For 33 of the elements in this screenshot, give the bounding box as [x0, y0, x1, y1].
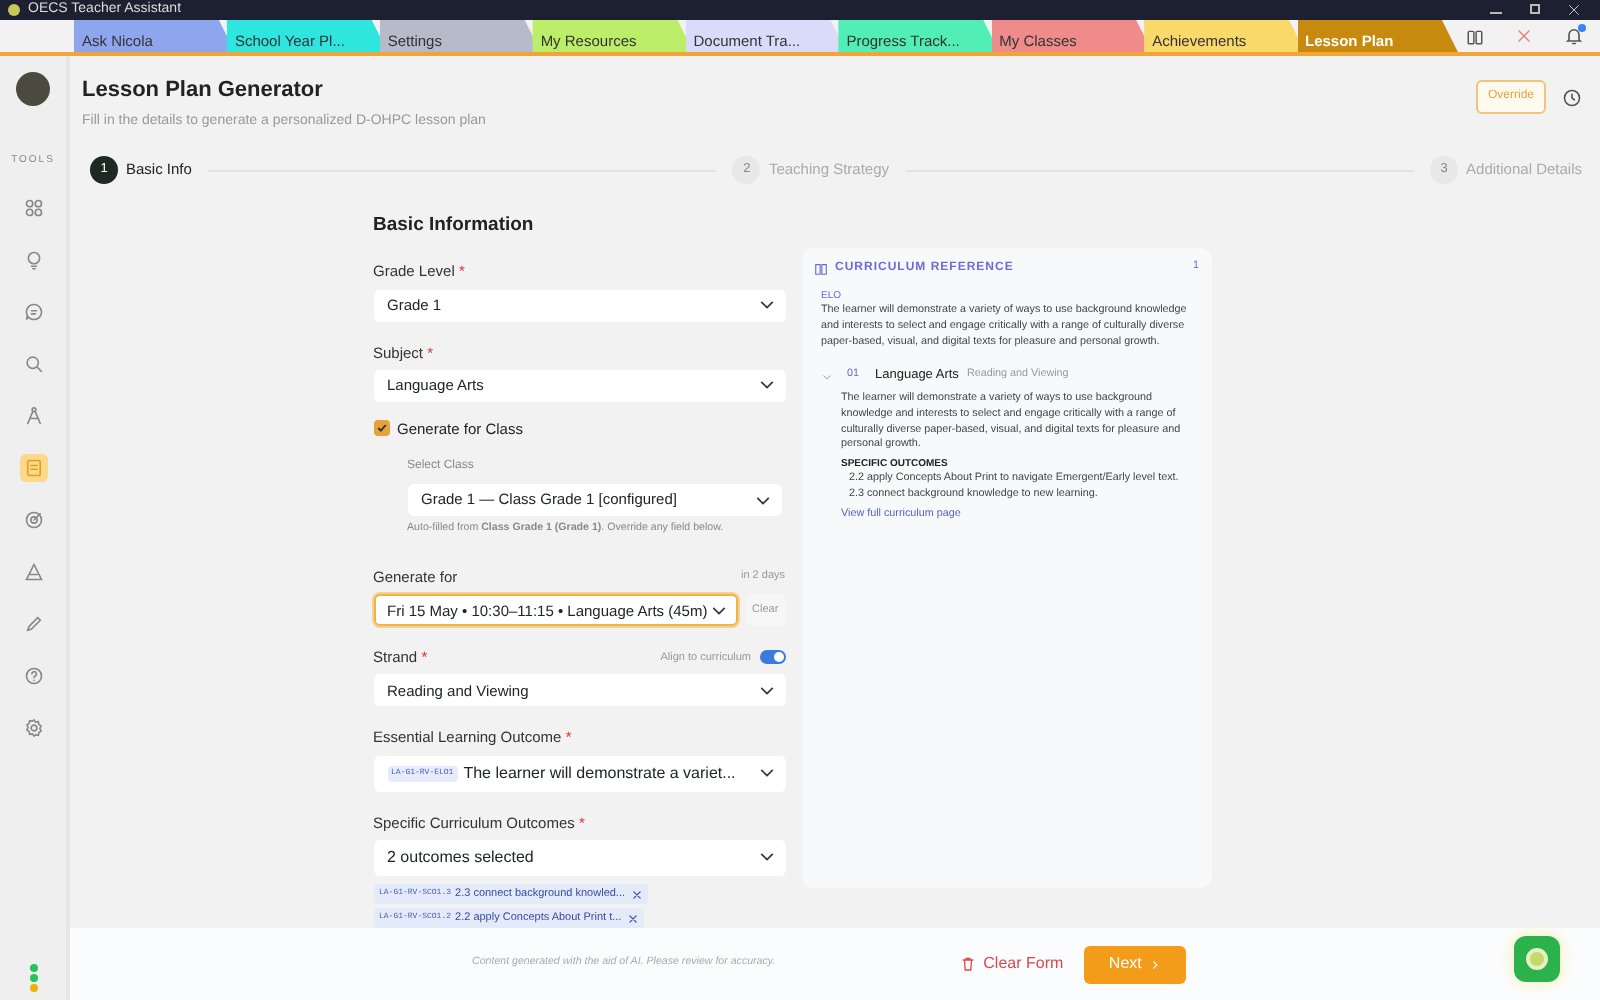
page-title: Lesson Plan Generator: [82, 76, 325, 106]
chevron-icon[interactable]: [821, 371, 831, 382]
grid-icon: [23, 197, 43, 217]
remove-icon[interactable]: [627, 913, 638, 924]
app-logo-icon: [8, 4, 20, 16]
lightbulb-icon: [23, 249, 43, 269]
toggle-switch[interactable]: [759, 650, 785, 665]
notification-dot: [1578, 24, 1586, 32]
help-icon: [23, 665, 43, 685]
assistant-button[interactable]: [1514, 936, 1560, 983]
document-icon: [23, 457, 43, 477]
target-icon: [23, 509, 43, 529]
restore-icon[interactable]: [1530, 4, 1540, 14]
checkbox[interactable]: [373, 420, 389, 437]
select-field[interactable]: 2 outcomes selected: [373, 839, 785, 876]
trash-icon: [959, 956, 976, 973]
compass-icon: [23, 405, 43, 425]
triangle-icon: [23, 561, 43, 581]
chevron-icon: [1149, 959, 1160, 970]
settings-icon: [23, 717, 43, 737]
close-icon[interactable]: [1568, 4, 1580, 16]
chat-icon: [23, 301, 43, 321]
remove-icon[interactable]: [631, 889, 642, 900]
avatar[interactable]: [16, 72, 50, 106]
search-icon: [23, 353, 43, 373]
sidebar-item[interactable]: [19, 453, 47, 481]
columns-icon[interactable]: [1466, 27, 1484, 45]
pencil-icon: [23, 613, 43, 633]
book-icon: [813, 261, 827, 276]
clear-form-button[interactable]: Clear Form: [959, 952, 1064, 977]
history-icon[interactable]: [1562, 87, 1582, 107]
bell-icon[interactable]: [1564, 26, 1584, 46]
section-heading: Basic Information: [373, 212, 536, 240]
